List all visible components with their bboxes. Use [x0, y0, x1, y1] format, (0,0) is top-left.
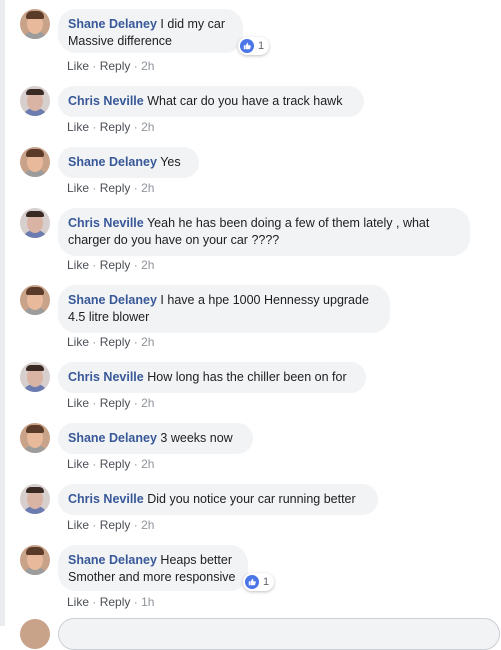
reply-link[interactable]: Reply	[100, 595, 131, 609]
comment-bubble: Shane Delaney I have a hpe 1000 Hennessy…	[58, 285, 390, 333]
like-link[interactable]: Like	[67, 181, 89, 195]
comment-author[interactable]: Chris Neville	[68, 370, 144, 384]
reply-link[interactable]: Reply	[100, 457, 131, 471]
like-thumb-icon	[245, 575, 259, 589]
avatar[interactable]	[20, 208, 50, 238]
comment-bubble: Shane Delaney Yes	[58, 147, 199, 178]
like-link[interactable]: Like	[67, 595, 89, 609]
comment-text: Heaps better	[160, 553, 232, 567]
comment-text-line2: Smother and more responsive	[68, 570, 236, 584]
comment-timestamp[interactable]: 2h	[141, 59, 154, 73]
comment-timestamp[interactable]: 2h	[141, 258, 154, 272]
current-user-avatar	[20, 619, 50, 649]
comment-actions: Like · Reply · 2h	[67, 457, 155, 471]
write-comment-input[interactable]	[58, 618, 500, 650]
comment-actions: Like · Reply · 2h	[67, 120, 155, 134]
comment-text-line2: 4.5 litre blower	[68, 310, 150, 324]
comment-author[interactable]: Shane Delaney	[68, 293, 157, 307]
comment-actions: Like · Reply · 2h	[67, 59, 155, 73]
comment-author[interactable]: Chris Neville	[68, 216, 144, 230]
comment-bubble: Shane Delaney 3 weeks now	[58, 423, 253, 454]
reply-link[interactable]: Reply	[100, 396, 131, 410]
avatar[interactable]	[20, 423, 50, 453]
comment-bubble: Shane Delaney Heaps better Smother and m…	[58, 545, 248, 591]
comment-timestamp[interactable]: 2h	[141, 120, 154, 134]
comment-actions: Like · Reply · 2h	[67, 396, 155, 410]
reaction-number: 1	[263, 576, 270, 588]
reply-link[interactable]: Reply	[100, 181, 131, 195]
reply-link[interactable]: Reply	[100, 335, 131, 349]
comment-text: How long has the chiller been on for	[147, 370, 347, 384]
comment-text: 3 weeks now	[160, 431, 233, 445]
comment-bubble: Shane Delaney I did my car Massive diffe…	[58, 9, 243, 53]
comment-text-line2: charger do you have on your car ????	[68, 233, 280, 247]
comment-bubble: Chris Neville Yeah he has been doing a f…	[58, 208, 470, 256]
reaction-count[interactable]: 1	[243, 573, 275, 591]
like-thumb-icon	[240, 39, 254, 53]
comment-text: I have a hpe 1000 Hennessy upgrade	[160, 293, 369, 307]
like-link[interactable]: Like	[67, 335, 89, 349]
comment-actions: Like · Reply · 2h	[67, 181, 155, 195]
avatar[interactable]	[20, 484, 50, 514]
comment-text: Yeah he has been doing a few of them lat…	[146, 216, 430, 230]
comment-text-line2: Massive difference	[68, 34, 172, 48]
comment-timestamp[interactable]: 2h	[141, 181, 154, 195]
comment-timestamp[interactable]: 1h	[141, 595, 154, 609]
reply-link[interactable]: Reply	[100, 120, 131, 134]
thread-left-border	[0, 0, 5, 626]
comment-text: What car do you have a track hawk	[147, 94, 343, 108]
comment-timestamp[interactable]: 2h	[141, 518, 154, 532]
comment-actions: Like · Reply · 2h	[67, 258, 155, 272]
comment-actions: Like · Reply · 1h	[67, 595, 155, 609]
avatar[interactable]	[20, 285, 50, 315]
comment-text: I did my car	[160, 17, 226, 31]
comment-bubble: Chris Neville Did you notice your car ru…	[58, 484, 378, 515]
avatar[interactable]	[20, 86, 50, 116]
avatar[interactable]	[20, 362, 50, 392]
like-link[interactable]: Like	[67, 457, 89, 471]
comment-author[interactable]: Shane Delaney	[68, 17, 157, 31]
like-link[interactable]: Like	[67, 518, 89, 532]
comment-timestamp[interactable]: 2h	[141, 335, 154, 349]
reply-link[interactable]: Reply	[100, 518, 131, 532]
comment-text: Did you notice your car running better	[147, 492, 356, 506]
reaction-number: 1	[258, 40, 265, 52]
avatar[interactable]	[20, 147, 50, 177]
comment-author[interactable]: Shane Delaney	[68, 431, 157, 445]
comment-timestamp[interactable]: 2h	[141, 457, 154, 471]
comment-author[interactable]: Shane Delaney	[68, 155, 157, 169]
reply-link[interactable]: Reply	[100, 59, 131, 73]
like-link[interactable]: Like	[67, 59, 89, 73]
reaction-count[interactable]: 1	[238, 37, 270, 55]
comment-bubble: Chris Neville How long has the chiller b…	[58, 362, 366, 393]
comment-text: Yes	[160, 155, 181, 169]
avatar[interactable]	[20, 9, 50, 39]
avatar[interactable]	[20, 545, 50, 575]
comment-actions: Like · Reply · 2h	[67, 335, 155, 349]
like-link[interactable]: Like	[67, 120, 89, 134]
like-link[interactable]: Like	[67, 396, 89, 410]
comment-timestamp[interactable]: 2h	[141, 396, 154, 410]
comment-bubble: Chris Neville What car do you have a tra…	[58, 86, 364, 117]
comment-author[interactable]: Chris Neville	[68, 492, 144, 506]
like-link[interactable]: Like	[67, 258, 89, 272]
comment-author[interactable]: Chris Neville	[68, 94, 144, 108]
comment-actions: Like · Reply · 2h	[67, 518, 155, 532]
comment-author[interactable]: Shane Delaney	[68, 553, 157, 567]
reply-link[interactable]: Reply	[100, 258, 131, 272]
